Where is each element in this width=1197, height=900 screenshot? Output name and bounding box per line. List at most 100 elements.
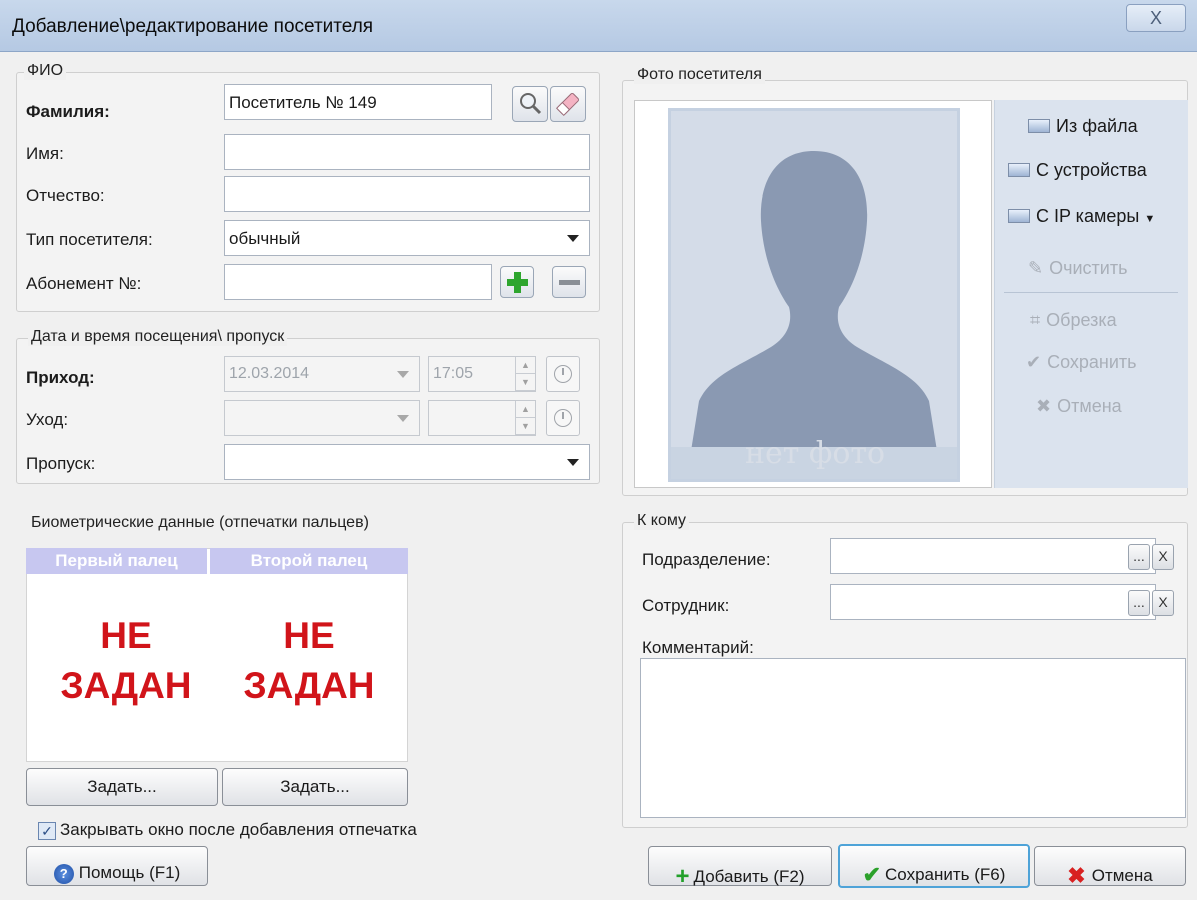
check-icon: ✔ xyxy=(1026,352,1042,372)
crop-button[interactable]: ⌗ Обрезка xyxy=(1030,310,1117,331)
employee-label: Сотрудник: xyxy=(642,596,730,615)
set-first-finger-button[interactable]: Задать... xyxy=(26,768,218,806)
check-icon: ✔ xyxy=(862,862,882,887)
add-button[interactable]: + Добавить (F2) xyxy=(648,846,832,890)
close-after-add-checkbox[interactable]: ✓ xyxy=(38,822,56,840)
help-button[interactable]: ? Помощь (F1) xyxy=(26,846,208,886)
tools-separator xyxy=(1004,292,1178,293)
clear-surname-button[interactable] xyxy=(550,86,586,122)
clock-icon xyxy=(554,409,572,427)
help-icon: ? xyxy=(53,863,74,884)
chevron-down-icon xyxy=(567,235,579,242)
save-photo-button[interactable]: ✔ Сохранить xyxy=(1026,352,1137,373)
from-ip-camera-button[interactable]: С IP камеры ▼ xyxy=(1008,206,1155,227)
leave-label: Уход: xyxy=(26,410,69,429)
help-label: Помощь (F1) xyxy=(78,863,181,882)
set-first-finger-label: Задать... xyxy=(87,777,157,796)
pass-select[interactable] xyxy=(224,444,590,480)
arrival-date-field[interactable]: 12.03.2014 xyxy=(224,356,420,392)
surname-field[interactable]: Посетитель № 149 xyxy=(224,84,492,120)
comment-textarea[interactable] xyxy=(640,658,1186,818)
fio-group-title: ФИО xyxy=(24,62,67,80)
leave-time-field[interactable]: ▲ ▼ xyxy=(428,400,536,436)
cancel-photo-button[interactable]: ✖ Отмена xyxy=(1036,396,1122,417)
from-device-button[interactable]: С устройства xyxy=(1008,160,1147,181)
close-after-add-label: Закрывать окно после добавления отпечатк… xyxy=(60,820,417,839)
leave-date-field[interactable] xyxy=(224,400,420,436)
employee-clear-button[interactable]: X xyxy=(1152,590,1174,616)
comment-label: Комментарий: xyxy=(642,638,754,657)
department-clear-button[interactable]: X xyxy=(1152,544,1174,570)
name-label: Имя: xyxy=(26,144,64,163)
clear-photo-label: Очистить xyxy=(1049,258,1128,278)
patronymic-field[interactable] xyxy=(224,176,590,212)
department-field[interactable] xyxy=(830,538,1156,574)
visitor-type-label: Тип посетителя: xyxy=(26,230,153,249)
clear-photo-button[interactable]: ✎ Очистить xyxy=(1028,258,1127,279)
set-second-finger-button[interactable]: Задать... xyxy=(222,768,408,806)
employee-field[interactable] xyxy=(830,584,1156,620)
department-browse-button[interactable]: ... xyxy=(1128,544,1150,570)
from-file-button[interactable]: Из файла xyxy=(1028,116,1138,137)
plus-icon xyxy=(507,272,528,293)
crop-icon: ⌗ xyxy=(1030,310,1041,330)
silhouette-icon xyxy=(671,151,957,479)
add-label: Добавить (F2) xyxy=(693,867,805,886)
camera-icon xyxy=(1008,209,1030,223)
arrival-time-spinner[interactable]: ▲ ▼ xyxy=(515,357,535,391)
eraser-icon: ✎ xyxy=(1028,258,1044,278)
magnifier-icon xyxy=(520,93,542,115)
subscription-field[interactable] xyxy=(224,264,492,300)
close-icon: ✖ xyxy=(1036,396,1052,416)
add-subscription-button[interactable] xyxy=(500,266,534,298)
pass-label: Пропуск: xyxy=(26,454,96,473)
clock-icon xyxy=(554,365,572,383)
patronymic-label: Отчество: xyxy=(26,186,105,205)
visitor-type-select[interactable]: обычный xyxy=(224,220,590,256)
cancel-photo-label: Отмена xyxy=(1057,396,1122,416)
chevron-down-icon xyxy=(397,415,409,422)
first-finger-status-line1: НЕ xyxy=(100,615,152,656)
employee-browse-button[interactable]: ... xyxy=(1128,590,1150,616)
camera-icon xyxy=(1008,163,1030,177)
name-field[interactable] xyxy=(224,134,590,170)
surname-value: Посетитель № 149 xyxy=(229,93,377,112)
no-photo-text: нет фото xyxy=(744,436,886,471)
second-finger-status-line1: НЕ xyxy=(283,615,335,656)
first-finger-status-line2: ЗАДАН xyxy=(60,665,192,706)
chevron-down-icon xyxy=(397,371,409,378)
set-second-finger-label: Задать... xyxy=(280,777,350,796)
photo-group-title: Фото посетителя xyxy=(634,66,765,84)
second-finger-status-line2: ЗАДАН xyxy=(243,665,375,706)
cancel-label: Отмена xyxy=(1091,866,1153,885)
visitor-type-value: обычный xyxy=(229,229,301,248)
arrival-time-value: 17:05 xyxy=(433,365,474,382)
plus-icon: + xyxy=(675,863,690,890)
window-title: Добавление\редактирование посетителя xyxy=(12,16,374,37)
leave-time-spinner[interactable]: ▲ ▼ xyxy=(515,401,535,435)
arrival-now-button[interactable] xyxy=(546,356,580,392)
minus-icon xyxy=(559,280,580,285)
from-ip-camera-label: С IP камеры xyxy=(1036,206,1140,226)
eraser-icon xyxy=(555,93,579,117)
leave-now-button[interactable] xyxy=(546,400,580,436)
remove-subscription-button[interactable] xyxy=(552,266,586,298)
surname-label: Фамилия: xyxy=(26,102,110,121)
subscription-label: Абонемент №: xyxy=(26,274,142,293)
department-label: Подразделение: xyxy=(642,550,771,569)
biometrics-group-title: Биометрические данные (отпечатки пальцев… xyxy=(28,514,372,532)
cancel-button[interactable]: ✖ Отмена xyxy=(1034,846,1186,888)
first-finger-header: Первый палец xyxy=(26,548,207,574)
chevron-down-icon: ▼ xyxy=(1144,213,1156,225)
search-button[interactable] xyxy=(512,86,548,122)
save-button[interactable]: ✔ Сохранить (F6) xyxy=(838,844,1030,888)
whom-group-title: К кому xyxy=(634,512,690,530)
close-button[interactable]: X xyxy=(1126,4,1186,32)
visit-group-title: Дата и время посещения\ пропуск xyxy=(28,328,288,346)
from-device-label: С устройства xyxy=(1036,160,1147,180)
arrival-time-field[interactable]: 17:05 ▲ ▼ xyxy=(428,356,536,392)
arrival-date-value: 12.03.2014 xyxy=(229,365,310,382)
chevron-down-icon xyxy=(567,459,579,466)
save-label: Сохранить (F6) xyxy=(885,865,1006,884)
image-icon xyxy=(1028,119,1050,133)
